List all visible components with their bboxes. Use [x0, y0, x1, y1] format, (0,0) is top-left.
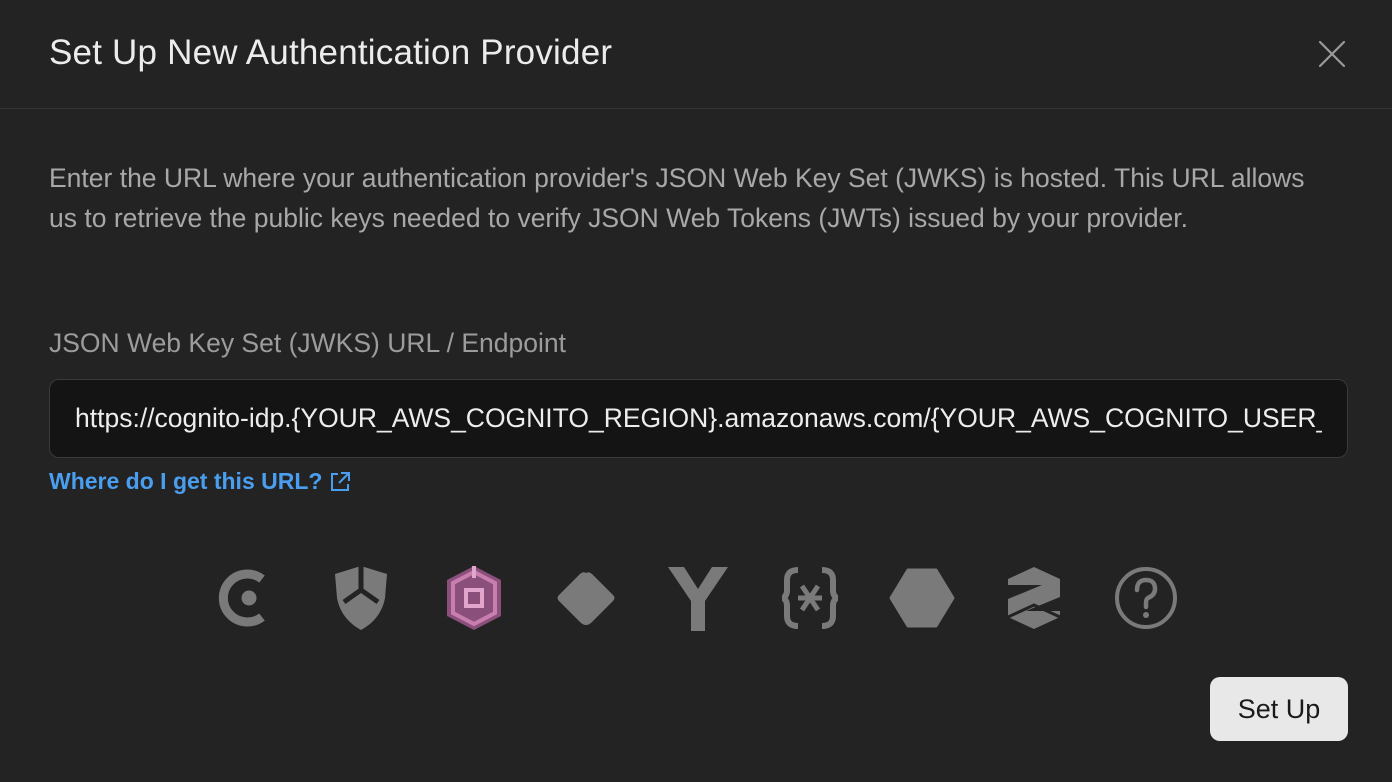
bracket-provider-icon [782, 567, 838, 629]
external-link-icon [331, 471, 351, 491]
help-link[interactable]: Where do I get this URL? [49, 468, 352, 495]
clerk-icon [218, 569, 265, 627]
question-mark-icon [1115, 567, 1177, 629]
provider-diamond[interactable] [548, 560, 624, 636]
diamond-provider-icon [557, 572, 615, 625]
setup-button[interactable]: Set Up [1210, 677, 1348, 741]
provider-aws-cognito[interactable] [436, 560, 512, 636]
close-button[interactable] [1310, 32, 1354, 76]
help-link-label: Where do I get this URL? [49, 468, 323, 494]
aws-cognito-icon [447, 566, 501, 630]
provider-bracket[interactable] [772, 560, 848, 636]
provider-hexagon[interactable] [884, 560, 960, 636]
y-provider-icon [668, 567, 728, 631]
hexagon-provider-icon [889, 568, 955, 628]
provider-y[interactable] [660, 560, 736, 636]
dialog-header: Set Up New Authentication Provider [0, 0, 1392, 109]
dialog-description: Enter the URL where your authentication … [49, 163, 1305, 233]
auth0-icon [335, 566, 387, 630]
jwks-url-input[interactable] [49, 379, 1348, 458]
provider-clerk[interactable] [208, 560, 284, 636]
provider-auth0[interactable] [323, 560, 399, 636]
jwks-url-label: JSON Web Key Set (JWKS) URL / Endpoint [49, 328, 566, 358]
provider-selector [0, 560, 1392, 636]
close-icon [1318, 40, 1346, 68]
provider-other[interactable] [1108, 560, 1184, 636]
provider-stack[interactable] [996, 560, 1072, 636]
auth-provider-dialog: Set Up New Authentication Provider Enter… [0, 0, 1392, 782]
stack-provider-icon [1007, 567, 1061, 629]
dialog-title: Set Up New Authentication Provider [49, 33, 613, 72]
